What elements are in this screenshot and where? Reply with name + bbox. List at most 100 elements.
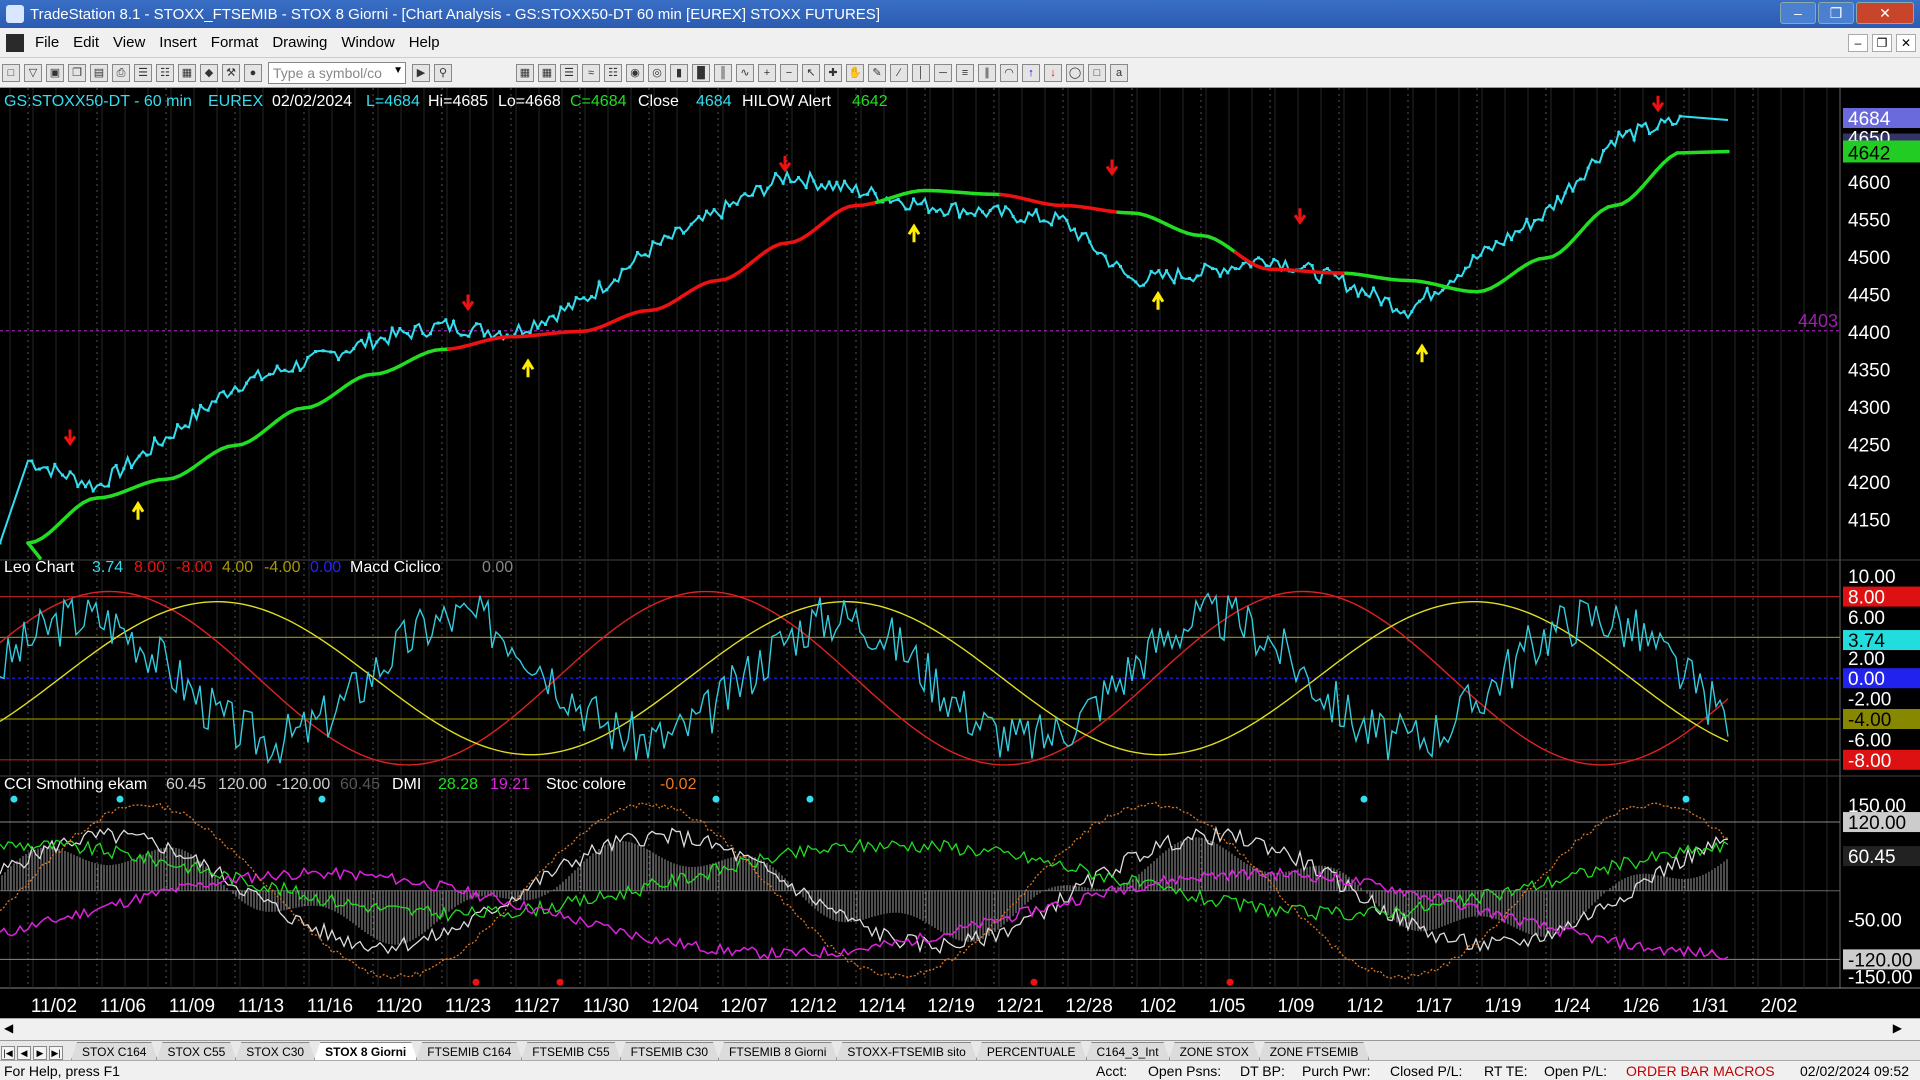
price-tick-label: 4250 [1848,436,1890,457]
globe-icon[interactable]: ● [244,63,262,82]
text-tool-icon[interactable]: a [1110,63,1128,82]
tab-6[interactable]: FTSEMIB C30 [620,1042,719,1060]
horizontal-scrollbar[interactable]: ◀ ▶ [0,1018,1920,1040]
menu-edit[interactable]: Edit [66,34,106,51]
rectangle-icon[interactable]: □ [1088,63,1106,82]
crosshair-icon[interactable]: ✚ [824,63,842,82]
strategy-icon[interactable]: ◉ [626,63,644,82]
tab-first-icon[interactable]: |◀ [1,1046,15,1060]
print-icon[interactable]: ⎙ [112,63,130,82]
menu-format[interactable]: Format [204,34,266,51]
chart-icon[interactable]: ≈ [582,63,600,82]
price-dot [1678,114,1682,118]
tab-last-icon[interactable]: ▶| [49,1046,63,1060]
bars-icon[interactable]: ▮ [670,63,688,82]
tab-1[interactable]: STOX C55 [156,1042,236,1060]
format-icon[interactable]: ✎ [868,63,886,82]
save-icon[interactable]: ▣ [46,63,64,82]
hand-tool-icon[interactable]: ✋ [846,63,864,82]
price-dot [329,350,333,354]
channel-icon[interactable]: ∥ [978,63,996,82]
window-list-icon[interactable]: ☷ [156,63,174,82]
price-dot [1617,130,1621,134]
price-dot [1586,166,1590,170]
tab-2[interactable]: STOX C30 [235,1042,315,1060]
tab-5[interactable]: FTSEMIB C55 [521,1042,620,1060]
scroll-right-icon[interactable]: ▶ [1893,1021,1902,1035]
table-icon[interactable]: ▦ [538,63,556,82]
new-icon[interactable]: □ [2,63,20,82]
play-icon[interactable]: ▶ [412,63,430,82]
price-dot [1234,267,1237,271]
tab-8[interactable]: STOXX-FTSEMIB sito [836,1042,976,1060]
symbol-input[interactable]: Type a symbol/co ▼ [268,61,406,84]
scan-icon[interactable]: ☷ [604,63,622,82]
price-dot [76,484,80,488]
menu-drawing[interactable]: Drawing [265,34,334,51]
cci-v3: -120.00 [276,776,330,793]
chart-background [0,88,1920,1018]
scroll-left-icon[interactable]: ◀ [4,1021,13,1035]
tools-icon[interactable]: ⚒ [222,63,240,82]
price-dot [30,459,34,463]
tab-7[interactable]: FTSEMIB 8 Giorni [718,1042,837,1060]
window-title: TradeStation 8.1 - STOXX_FTSEMIB - STOX … [30,5,880,23]
menu-view[interactable]: View [106,34,152,51]
ellipse-icon[interactable]: ◯ [1066,63,1084,82]
print-preview-icon[interactable]: ☰ [134,63,152,82]
price-dot [367,332,371,336]
menu-help[interactable]: Help [402,34,447,51]
menu-window[interactable]: Window [334,34,401,51]
mdi-restore-button[interactable]: ❐ [1872,34,1892,52]
tab-3[interactable]: STOX 8 Giorni [314,1042,417,1060]
zoom-out-icon[interactable]: − [780,63,798,82]
vertical-line-icon[interactable]: │ [912,63,930,82]
list-icon[interactable]: ☰ [560,63,578,82]
tab-12[interactable]: ZONE FTSEMIB [1259,1042,1370,1060]
trendline-icon[interactable]: ∕ [890,63,908,82]
grid-icon[interactable]: ▦ [516,63,534,82]
open-icon[interactable]: ▽ [24,63,42,82]
stoc-value: -0.02 [660,776,697,793]
chart-canvas[interactable]: 11/02 11/06 11/09 11/13 11/16 11/20 11/23 11/27… [0,88,1920,1018]
price-dot [1364,292,1368,296]
chevron-down-icon[interactable]: ▼ [393,65,403,76]
price-dot [919,202,923,206]
pointer-icon[interactable]: ↖ [802,63,820,82]
candle-icon[interactable]: █ [692,63,710,82]
menu-insert[interactable]: Insert [152,34,204,51]
price-dot [1648,131,1651,135]
price-tick-label: 4450 [1848,286,1890,307]
mdi-minimize-button[interactable]: – [1848,34,1868,52]
zoom-in-icon[interactable]: + [758,63,776,82]
copy-icon[interactable]: ❐ [68,63,86,82]
arrow-up-icon[interactable]: ↑ [1022,63,1040,82]
close-button[interactable]: ✕ [1856,2,1914,24]
tab-next-icon[interactable]: ▶ [33,1046,47,1060]
tab-11[interactable]: ZONE STOX [1169,1042,1260,1060]
layout-icon[interactable]: ▦ [178,63,196,82]
status-open-psns: Open Psns: [1148,1063,1222,1079]
fibonacci-icon[interactable]: ≡ [956,63,974,82]
arrow-down-icon[interactable]: ↓ [1044,63,1062,82]
folder-icon[interactable]: ▤ [90,63,108,82]
tab-9[interactable]: PERCENTUALE [976,1042,1087,1060]
tab-10[interactable]: C164_3_Int [1086,1042,1170,1060]
radar-icon[interactable]: ◎ [648,63,666,82]
arc-icon[interactable]: ◠ [1000,63,1018,82]
maximize-button[interactable]: ❐ [1818,2,1854,24]
price-dot [958,215,961,219]
mdi-close-button[interactable]: ✕ [1896,34,1916,52]
hlc-icon[interactable]: ║ [714,63,732,82]
tab-4[interactable]: FTSEMIB C164 [416,1042,522,1060]
tab-prev-icon[interactable]: ◀ [17,1046,31,1060]
line-chart-icon[interactable]: ∿ [736,63,754,82]
menu-file[interactable]: File [28,34,66,51]
horizontal-line-icon[interactable]: ─ [934,63,952,82]
minimize-button[interactable]: – [1780,2,1816,24]
chart-area[interactable]: 11/02 11/06 11/09 11/13 11/16 11/20 11/23 11/27… [0,88,1920,1024]
status-macros[interactable]: ORDER BAR MACROS [1626,1063,1775,1079]
lock-icon[interactable]: ◆ [200,63,218,82]
tab-0[interactable]: STOX C164 [71,1042,157,1060]
search-icon[interactable]: ⚲ [434,63,452,82]
